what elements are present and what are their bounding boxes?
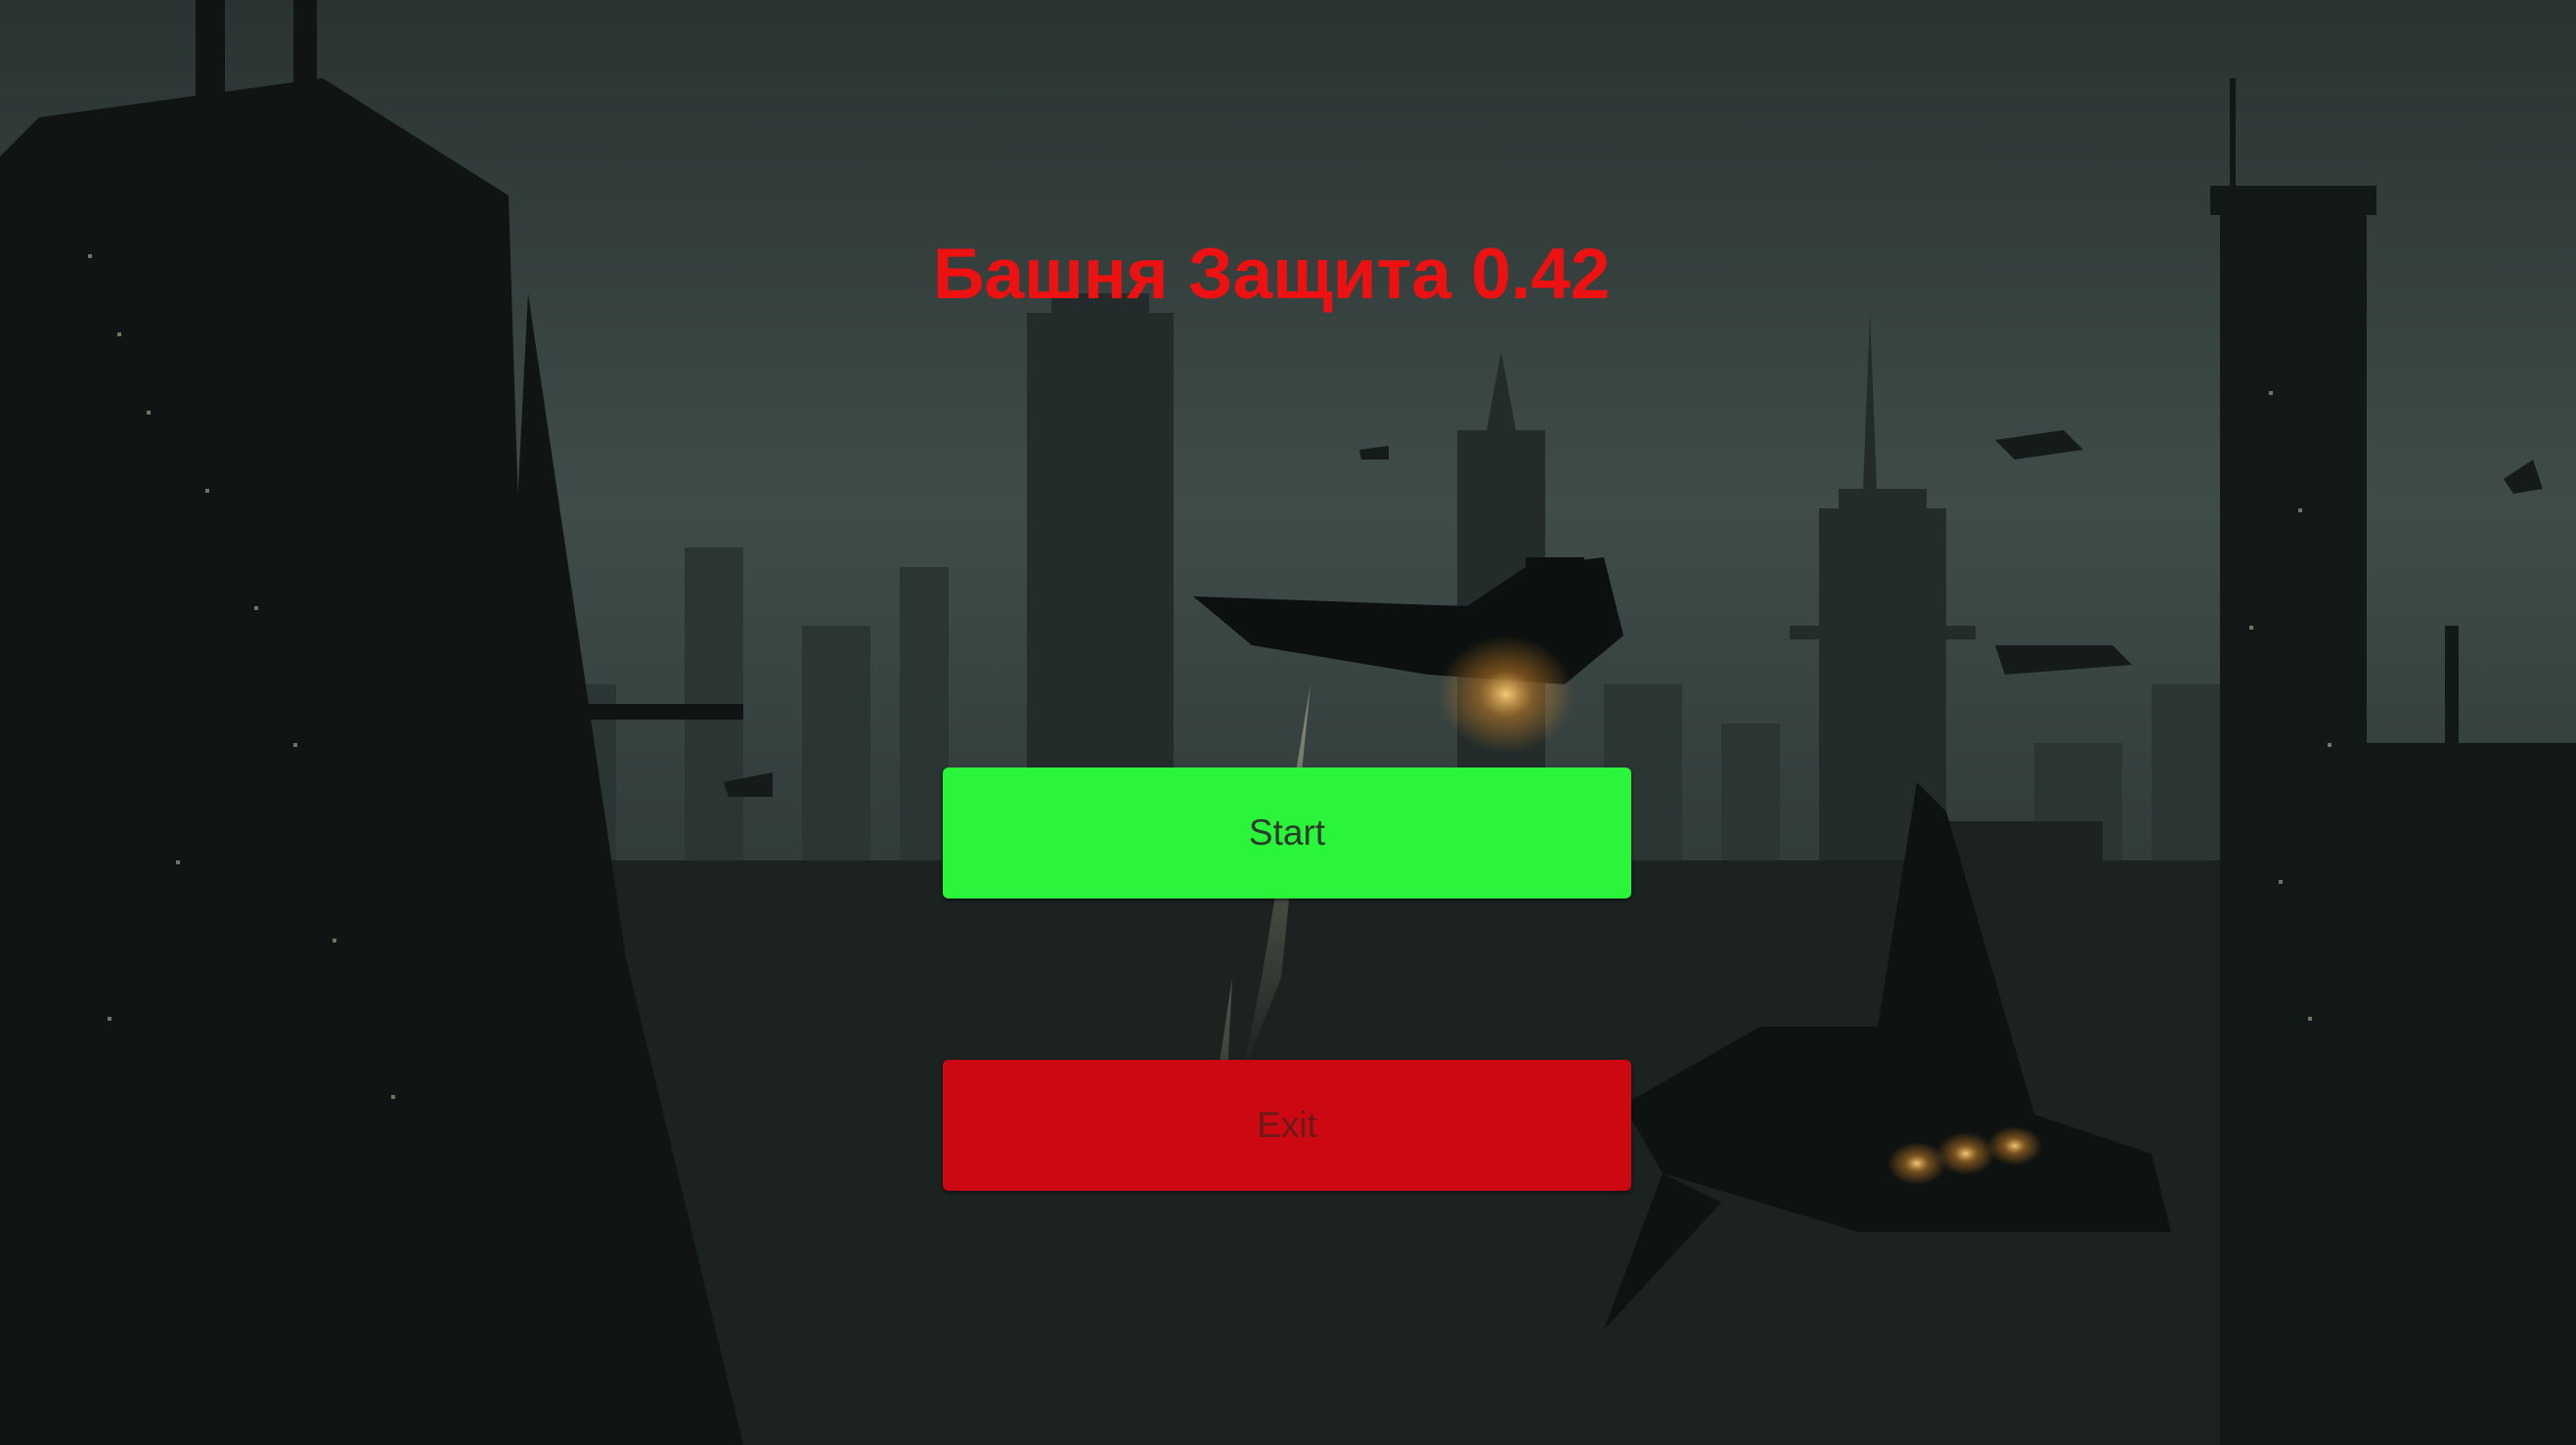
- start-button[interactable]: Start: [943, 767, 1631, 898]
- game-title: Башня Защита 0.42: [933, 235, 1611, 314]
- futuristic-city-background-icon: [0, 0, 2576, 1445]
- exit-button[interactable]: Exit: [943, 1060, 1631, 1191]
- main-menu-screen: Башня Защита 0.42 Start Exit: [0, 0, 2576, 1445]
